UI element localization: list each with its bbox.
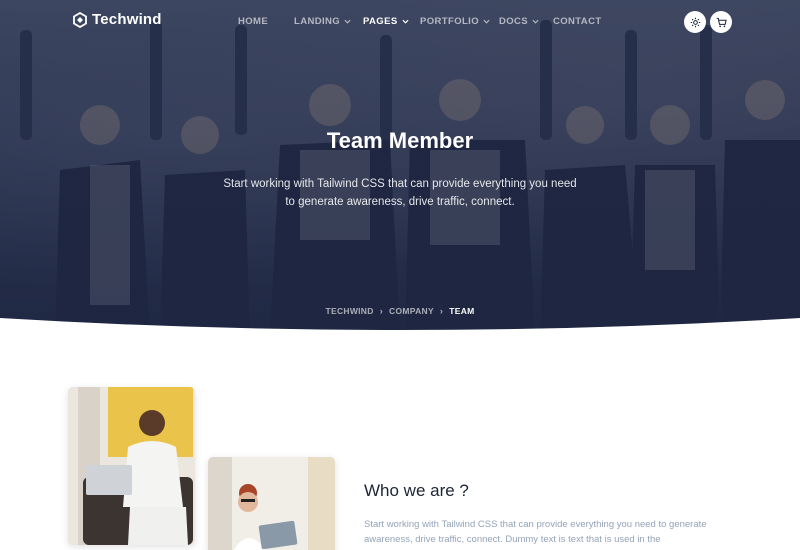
woman-with-tablet-image bbox=[208, 457, 335, 550]
nav-pages[interactable]: PAGES bbox=[363, 16, 409, 27]
chevron-down-icon bbox=[344, 19, 351, 24]
chevron-down-icon bbox=[532, 19, 539, 24]
brand-name: Techwind bbox=[92, 11, 162, 28]
gear-icon bbox=[690, 17, 700, 27]
nav-docs-label: DOCS bbox=[499, 16, 529, 27]
chevron-right-icon: › bbox=[379, 306, 383, 316]
man-on-sofa-image bbox=[68, 387, 195, 545]
nav-portfolio[interactable]: PORTFOLIO bbox=[420, 16, 490, 27]
nav-home[interactable]: HOME bbox=[238, 16, 268, 27]
cart-button[interactable] bbox=[710, 11, 732, 33]
breadcrumb-team: TEAM bbox=[449, 306, 475, 316]
breadcrumb: TECHWIND › COMPANY › TEAM bbox=[0, 306, 800, 316]
section-description: Start working with Tailwind CSS that can… bbox=[364, 519, 707, 545]
chevron-down-icon bbox=[483, 19, 490, 24]
team-photo-man bbox=[68, 387, 195, 545]
nav-landing[interactable]: LANDING bbox=[294, 16, 351, 27]
page-title: Team Member bbox=[326, 128, 474, 153]
hero-overlay bbox=[0, 0, 800, 335]
team-photo-woman bbox=[208, 457, 335, 550]
chevron-down-icon bbox=[402, 19, 409, 24]
breadcrumb-company[interactable]: COMPANY bbox=[389, 306, 434, 316]
page-subtitle: Start working with Tailwind CSS that can… bbox=[223, 178, 577, 208]
breadcrumb-techwind[interactable]: TECHWIND bbox=[325, 306, 373, 316]
nav-contact-label: CONTACT bbox=[553, 16, 602, 27]
cart-icon bbox=[716, 17, 727, 27]
nav-contact[interactable]: CONTACT bbox=[553, 16, 602, 27]
nav-home-label: HOME bbox=[238, 16, 269, 27]
nav-docs[interactable]: DOCS bbox=[499, 16, 539, 27]
nav-landing-label: LANDING bbox=[294, 16, 341, 27]
logo-icon bbox=[73, 11, 87, 28]
section-title: Who we are ? bbox=[364, 481, 469, 500]
hero-section: Team Member Start working with Tailwind … bbox=[0, 0, 800, 335]
chevron-right-icon: › bbox=[439, 306, 444, 316]
nav-portfolio-label: PORTFOLIO bbox=[420, 16, 480, 27]
brand-logo[interactable]: Techwind bbox=[72, 11, 162, 28]
settings-button[interactable] bbox=[684, 11, 706, 33]
top-navbar: Techwind HOME LANDING PAGES PORTFOLIO DO… bbox=[0, 0, 800, 44]
nav-pages-label: PAGES bbox=[363, 16, 398, 27]
